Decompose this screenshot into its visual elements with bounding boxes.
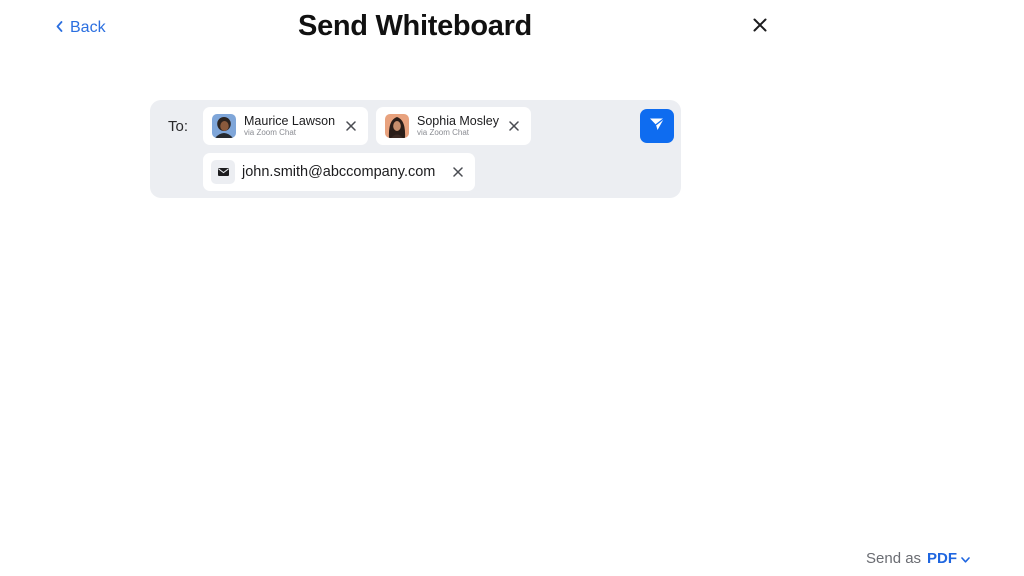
recipient-name: Sophia Mosley	[417, 113, 499, 128]
paper-plane-icon	[648, 115, 666, 138]
send-as-label: Send as	[866, 549, 922, 567]
recipient-chip[interactable]: Maurice Lawson via Zoom Chat	[203, 107, 368, 145]
avatar	[212, 114, 236, 138]
chevron-down-icon	[961, 550, 970, 567]
send-as-control: Send as PDF	[866, 548, 970, 568]
close-icon	[753, 18, 767, 37]
recipient-source: via Zoom Chat	[417, 128, 470, 138]
to-label: To:	[168, 118, 189, 135]
send-button[interactable]	[640, 109, 674, 143]
avatar	[385, 114, 409, 138]
chevron-left-icon	[56, 19, 63, 37]
back-button[interactable]: Back	[56, 17, 106, 39]
format-value: PDF	[927, 549, 958, 567]
recipient-email: john.smith@abccompany.com	[242, 164, 436, 180]
recipient-chip[interactable]: Sophia Mosley via Zoom Chat	[376, 107, 531, 145]
email-recipient-chip[interactable]: john.smith@abccompany.com	[203, 153, 475, 191]
close-button[interactable]	[750, 17, 770, 37]
recipient-name: Maurice Lawson	[244, 113, 336, 128]
envelope-icon	[211, 160, 235, 184]
page-title: Send Whiteboard	[298, 10, 532, 42]
close-icon[interactable]	[345, 120, 357, 132]
recipients-field[interactable]: To: Maurice Lawson via Zoom Chat Sophia …	[150, 100, 681, 198]
close-icon[interactable]	[508, 120, 520, 132]
back-label: Back	[70, 19, 106, 36]
format-dropdown[interactable]: PDF	[927, 550, 970, 567]
recipient-source: via Zoom Chat	[244, 128, 297, 138]
close-icon[interactable]	[452, 166, 464, 178]
